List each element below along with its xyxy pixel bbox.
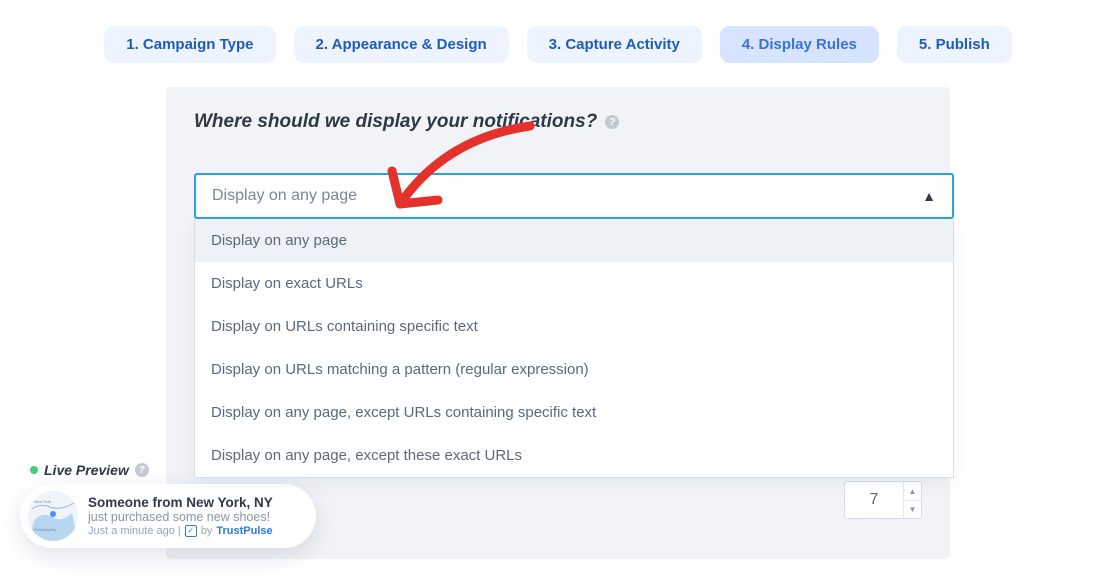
step-label: 2. Appearance & Design (316, 36, 487, 53)
display-option[interactable]: Display on any page (195, 219, 953, 262)
display-on-select-input[interactable]: Display on any page ▲ (194, 173, 954, 219)
help-icon[interactable]: ? (135, 463, 149, 477)
step-label: 4. Display Rules (742, 36, 857, 53)
stepper: ▲ ▼ (903, 482, 921, 518)
help-icon[interactable]: ? (605, 115, 619, 129)
preview-body: Someone from New York, NY just purchased… (88, 495, 273, 538)
live-preview-label: Live Preview (44, 462, 129, 478)
preview-title: Someone from New York, NY (88, 495, 273, 511)
display-on-select-list: Display on any page Display on exact URL… (194, 219, 954, 478)
live-preview-heading: Live Preview ? (30, 462, 149, 478)
display-option[interactable]: Display on any page, except URLs contain… (195, 391, 953, 434)
step-label: 5. Publish (919, 36, 990, 53)
map-thumbnail-icon: Philadelphia New York (28, 491, 78, 541)
notification-preview-card: Philadelphia New York Someone from New Y… (20, 484, 316, 548)
step-campaign-type[interactable]: 1. Campaign Type (104, 26, 275, 63)
preview-by: by (201, 525, 213, 538)
panel-heading: Where should we display your notificatio… (194, 111, 922, 133)
status-dot-icon (30, 466, 38, 474)
step-label: 1. Campaign Type (126, 36, 253, 53)
svg-text:Philadelphia: Philadelphia (34, 527, 57, 532)
display-option[interactable]: Display on exact URLs (195, 262, 953, 305)
svg-text:New York: New York (34, 499, 51, 504)
stepper-up-icon[interactable]: ▲ (904, 482, 921, 500)
display-on-select-value: Display on any page (212, 187, 357, 205)
panel-heading-text: Where should we display your notificatio… (194, 111, 597, 133)
preview-time: Just a minute ago | (88, 525, 181, 538)
chevron-up-icon: ▲ (922, 188, 936, 204)
preview-subtitle: just purchased some new shoes! (88, 510, 273, 524)
delay-input[interactable]: 7 ▲ ▼ (844, 481, 922, 519)
step-publish[interactable]: 5. Publish (897, 26, 1012, 63)
stepper-down-icon[interactable]: ▼ (904, 500, 921, 518)
preview-brand: TrustPulse (216, 525, 272, 538)
display-option[interactable]: Display on any page, except these exact … (195, 434, 953, 477)
step-label: 3. Capture Activity (549, 36, 680, 53)
step-capture-activity[interactable]: 3. Capture Activity (527, 26, 702, 63)
display-option[interactable]: Display on URLs matching a pattern (regu… (195, 348, 953, 391)
step-display-rules[interactable]: 4. Display Rules (720, 26, 879, 63)
preview-footer: Just a minute ago | ✓ by TrustPulse (88, 525, 273, 538)
verified-badge-icon: ✓ (185, 525, 197, 537)
delay-value: 7 (845, 491, 903, 509)
display-on-select[interactable]: Display on any page ▲ Display on any pag… (194, 173, 954, 219)
wizard-steps: 1. Campaign Type 2. Appearance & Design … (0, 0, 1116, 77)
display-option[interactable]: Display on URLs containing specific text (195, 305, 953, 348)
step-appearance[interactable]: 2. Appearance & Design (294, 26, 509, 63)
